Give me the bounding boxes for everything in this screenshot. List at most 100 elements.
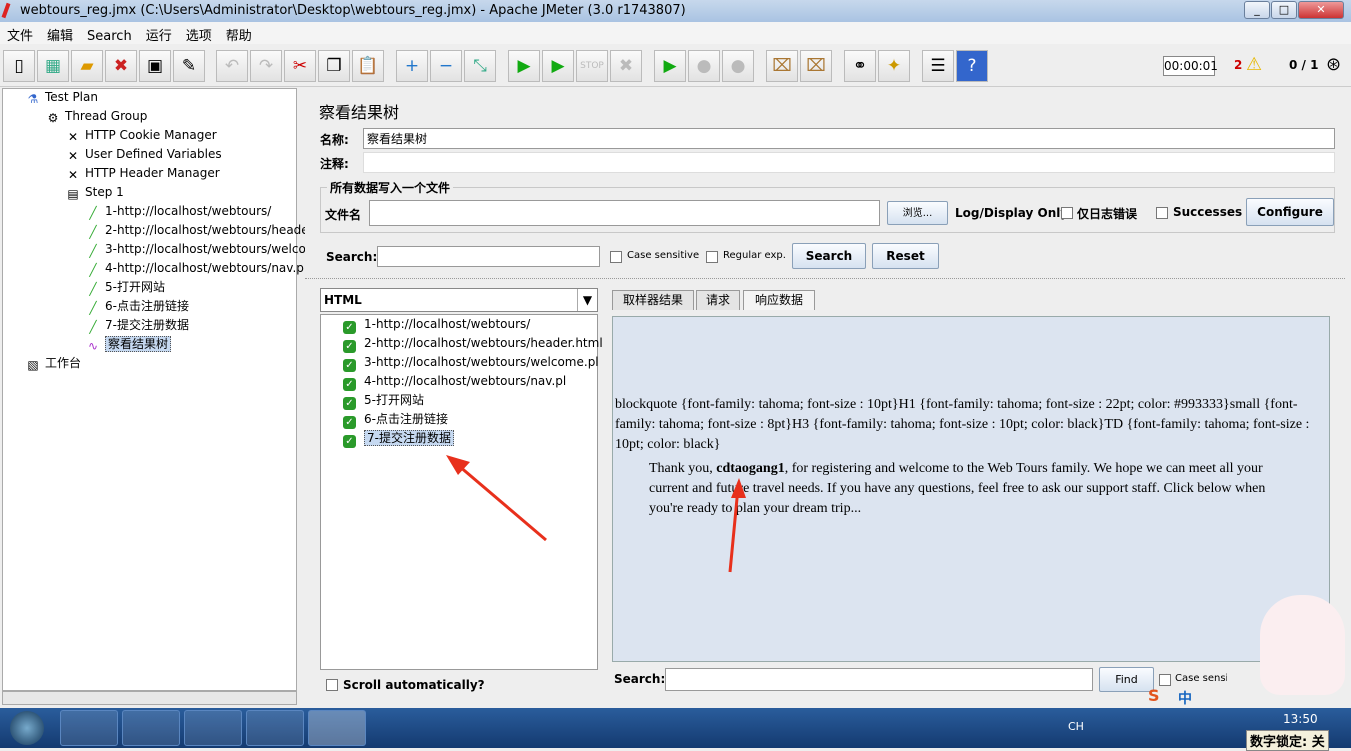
regex-checkbox[interactable] <box>706 251 718 263</box>
response-html-view: blockquote {font-family: tahoma; font-si… <box>612 316 1330 662</box>
name-field[interactable] <box>363 128 1335 149</box>
tree-node-view-results-tree[interactable]: ∿ 察看结果树 <box>85 335 172 353</box>
tree-node-test-plan[interactable]: ⚗ Test Plan <box>25 88 98 106</box>
result-item-selected[interactable]: ✓ 7-提交注册数据 <box>343 429 454 448</box>
tree-node-thread-group[interactable]: ⚙ Thread Group <box>45 107 148 125</box>
success-shield-icon: ✓ <box>343 340 356 353</box>
chrome-taskbar-icon[interactable] <box>184 710 242 746</box>
scroll-auto-checkbox[interactable] <box>326 679 338 691</box>
result-item[interactable]: ✓ 2-http://localhost/webtours/header.html <box>343 334 603 353</box>
shutdown-icon[interactable]: ✖ <box>610 50 642 82</box>
tree-node-sampler[interactable]: ╱ 3-http://localhost/webtours/welcome.pl <box>85 240 339 258</box>
close-button[interactable]: ✕ <box>1298 1 1344 19</box>
chevron-down-icon: ▼ <box>577 289 597 311</box>
start-button[interactable] <box>10 711 44 745</box>
remote-start-icon[interactable]: ▶ <box>654 50 686 82</box>
ime-mode[interactable]: 中 <box>1178 688 1192 708</box>
tree-node-header-manager[interactable]: ✕ HTTP Header Manager <box>65 164 220 182</box>
log-display-label: Log/Display Only: <box>955 206 1073 220</box>
menu-run[interactable]: 运行 <box>139 22 179 47</box>
start-icon[interactable]: ▶ <box>508 50 540 82</box>
language-indicator[interactable]: CH <box>1068 720 1084 733</box>
configure-button[interactable]: Configure <box>1246 198 1334 226</box>
tree-node-sampler[interactable]: ╱ 1-http://localhost/webtours/ <box>85 202 271 220</box>
cmd-taskbar-icon[interactable] <box>246 710 304 746</box>
filename-label: 文件名 <box>325 208 362 222</box>
clear-icon[interactable]: ⌧ <box>766 50 798 82</box>
tab-sampler-result[interactable]: 取样器结果 <box>612 290 694 310</box>
tree-node-user-variables[interactable]: ✕ User Defined Variables <box>65 145 222 163</box>
tree-node-sampler[interactable]: ╱ 7-提交注册数据 <box>85 316 189 334</box>
tree-node-sampler[interactable]: ╱ 6-点击注册链接 <box>85 297 189 315</box>
paste-icon[interactable]: 📋 <box>352 50 384 82</box>
search-binoculars-icon[interactable]: ⚭ <box>844 50 876 82</box>
minimize-button[interactable]: _ <box>1244 1 1270 19</box>
comment-field[interactable] <box>363 152 1335 173</box>
gear-icon: ⚙ <box>47 111 59 125</box>
sogou-ime-icon[interactable]: S <box>1148 686 1160 705</box>
menu-edit[interactable]: 编辑 <box>40 22 80 47</box>
save-as-icon[interactable]: ✎ <box>173 50 205 82</box>
clear-all-icon[interactable]: ⌧ <box>800 50 832 82</box>
tab-request[interactable]: 请求 <box>696 290 740 310</box>
bottom-case-checkbox[interactable] <box>1159 674 1171 686</box>
copy-icon[interactable]: ❐ <box>318 50 350 82</box>
templates-icon[interactable]: ▦ <box>37 50 69 82</box>
menu-help[interactable]: 帮助 <box>219 22 259 47</box>
split-divider[interactable] <box>305 278 1345 282</box>
toggle-icon[interactable]: ⤡ <box>464 50 496 82</box>
tree-horizontal-scrollbar[interactable] <box>2 691 297 705</box>
search-button[interactable]: Search <box>792 243 866 269</box>
tree-node-sampler[interactable]: ╱ 5-打开网站 <box>85 278 165 296</box>
start-no-pause-icon[interactable]: ▶ <box>542 50 574 82</box>
function-helper-icon[interactable]: ☰ <box>922 50 954 82</box>
case-sensitive-checkbox[interactable] <box>610 251 622 263</box>
success-shield-icon: ✓ <box>343 359 356 372</box>
open-icon[interactable]: ▰ <box>71 50 103 82</box>
comment-label: 注释: <box>320 157 349 171</box>
ie-taskbar-icon[interactable] <box>60 710 118 746</box>
result-item[interactable]: ✓ 3-http://localhost/webtours/welcome.pl <box>343 353 599 372</box>
renderer-select[interactable]: HTML ▼ <box>320 288 598 312</box>
search-input[interactable] <box>377 246 600 267</box>
new-icon[interactable]: ▯ <box>3 50 35 82</box>
menu-search[interactable]: Search <box>80 26 139 47</box>
result-item[interactable]: ✓ 4-http://localhost/webtours/nav.pl <box>343 372 566 391</box>
bottom-search-input[interactable] <box>665 668 1093 691</box>
reset-button[interactable]: Reset <box>872 243 939 269</box>
help-icon[interactable]: ? <box>956 50 988 82</box>
mascot-sticker <box>1260 595 1345 695</box>
find-button[interactable]: Find <box>1099 667 1154 692</box>
stop-icon[interactable]: STOP <box>576 50 608 82</box>
close-file-icon[interactable]: ✖ <box>105 50 137 82</box>
browse-button[interactable]: 浏览... <box>887 201 948 225</box>
tree-node-sampler[interactable]: ╱ 4-http://localhost/webtours/nav.pl <box>85 259 307 277</box>
maximize-button[interactable]: □ <box>1271 1 1297 19</box>
remote-shutdown-icon[interactable]: ● <box>722 50 754 82</box>
successes-checkbox[interactable] <box>1156 207 1168 219</box>
clock[interactable]: 13:50 <box>1283 712 1318 726</box>
result-item[interactable]: ✓ 6-点击注册链接 <box>343 410 448 429</box>
remote-stop-icon[interactable]: ● <box>688 50 720 82</box>
warning-count: 2 <box>1234 58 1243 72</box>
result-item[interactable]: ✓ 1-http://localhost/webtours/ <box>343 315 530 334</box>
save-icon[interactable]: ▣ <box>139 50 171 82</box>
cut-icon[interactable]: ✂ <box>284 50 316 82</box>
reset-search-icon[interactable]: ✦ <box>878 50 910 82</box>
undo-icon[interactable]: ↶ <box>216 50 248 82</box>
tree-node-workbench[interactable]: ▧ 工作台 <box>25 354 81 372</box>
tab-response-data[interactable]: 响应数据 <box>743 290 815 310</box>
menu-file[interactable]: 文件 <box>0 22 40 47</box>
errors-only-checkbox[interactable] <box>1061 207 1073 219</box>
filename-field[interactable] <box>369 200 880 226</box>
explorer-taskbar-icon[interactable] <box>122 710 180 746</box>
collapse-icon[interactable]: − <box>430 50 462 82</box>
tree-node-cookie-manager[interactable]: ✕ HTTP Cookie Manager <box>65 126 217 144</box>
redo-icon[interactable]: ↷ <box>250 50 282 82</box>
expand-icon[interactable]: + <box>396 50 428 82</box>
jmeter-taskbar-icon[interactable] <box>308 710 366 746</box>
tree-node-step-1[interactable]: ▤ Step 1 <box>65 183 123 201</box>
result-item[interactable]: ✓ 5-打开网站 <box>343 391 424 410</box>
warning-icon[interactable]: ⚠ <box>1246 54 1262 75</box>
menu-options[interactable]: 选项 <box>179 22 219 47</box>
